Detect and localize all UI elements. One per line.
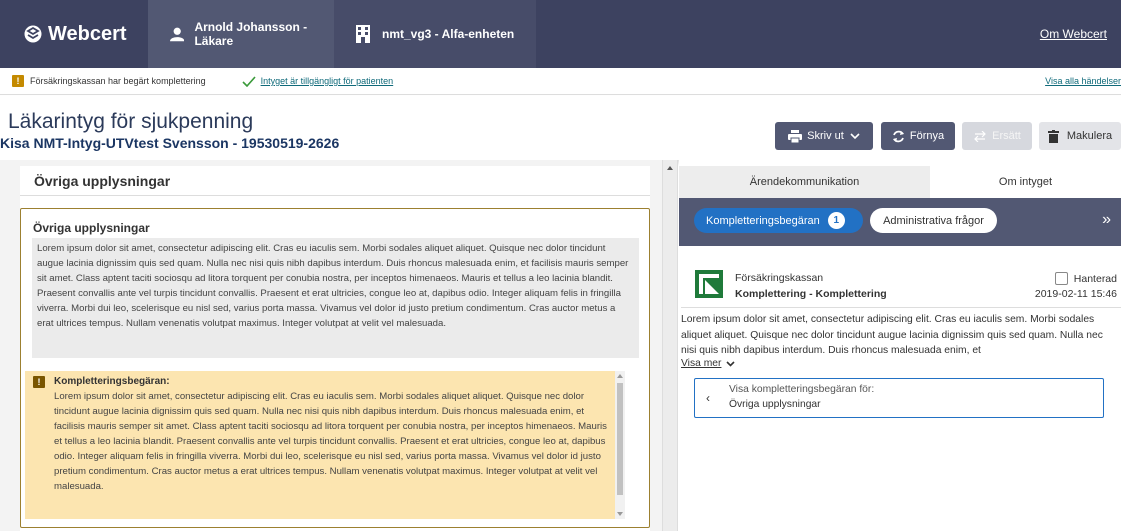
message-date: 2019-02-11 15:46	[1034, 288, 1117, 300]
scroll-thumb[interactable]	[617, 383, 623, 495]
renew-button[interactable]: Förnya	[881, 122, 955, 150]
scroll-up-arrow-icon[interactable]	[617, 374, 623, 378]
handled-label: Hanterad	[1073, 272, 1117, 285]
page-title: Läkarintyg för sjukpenning	[8, 110, 254, 133]
available-for-patient-link[interactable]: Intyget är tillgängligt för patienten	[242, 75, 394, 87]
renew-label: Förnya	[909, 130, 945, 142]
complement-scrollbar[interactable]	[615, 371, 625, 519]
certificate-content-panel: Övriga upplysningar Övriga upplysningar …	[0, 160, 662, 531]
void-label: Makulera	[1066, 130, 1113, 142]
double-chevron-right-icon[interactable]: »	[1102, 212, 1111, 228]
complement-count-badge: 1	[827, 212, 845, 229]
void-button[interactable]: Makulera	[1039, 122, 1121, 150]
webcert-logo[interactable]: Webcert	[0, 0, 148, 68]
complement-ref-question: Övriga upplysningar	[729, 399, 821, 410]
show-more-link[interactable]: Visa mer	[681, 358, 736, 369]
message-body: Lorem ipsum dolor sit amet, consectetur …	[681, 314, 1103, 356]
message-subject: Komplettering - Komplettering	[735, 288, 887, 300]
side-panel-tabs: Ärendekommunikation Om intyget	[679, 166, 1121, 198]
administrative-questions-filter[interactable]: Administrativa frågor	[870, 208, 997, 233]
checkmark-icon	[242, 75, 256, 87]
patient-info: Kisa NMT-Intyg-UTVtest Svensson - 195305…	[0, 135, 340, 151]
top-navigation-bar: Webcert Arnold Johansson - Läkare nmt_vg…	[0, 0, 1121, 68]
handled-checkbox[interactable]: Hanterad	[1054, 272, 1117, 285]
complement-ref-label: Visa kompletteringsbegäran för:	[729, 384, 875, 395]
available-for-patient-text: Intyget är tillgängligt för patienten	[260, 76, 394, 86]
question-filter-bar: Kompletteringsbegäran 1 Administrativa f…	[679, 198, 1121, 246]
checkbox[interactable]	[1054, 272, 1068, 285]
swap-arrows-icon	[974, 130, 986, 142]
panel-splitter-scrollbar[interactable]	[662, 160, 678, 531]
show-more-label: Visa mer	[681, 358, 722, 369]
certificate-status-bar: ! Försäkringskassan har begärt komplette…	[0, 68, 1121, 95]
about-webcert-link[interactable]: Om Webcert	[1040, 27, 1107, 41]
print-button[interactable]: Skriv ut	[775, 122, 873, 150]
complement-request-title: Kompletteringsbegäran:	[54, 376, 170, 387]
answer-text: Lorem ipsum dolor sit amet, consectetur …	[32, 238, 639, 358]
divider	[681, 307, 1121, 308]
warning-icon: !	[12, 75, 24, 87]
scroll-up-arrow-icon[interactable]	[667, 166, 673, 170]
complement-requested-status: ! Försäkringskassan har begärt komplette…	[12, 75, 206, 87]
warning-icon: !	[33, 376, 45, 388]
print-label: Skriv ut	[807, 130, 844, 142]
brand-name: Webcert	[48, 22, 127, 45]
trash-icon	[1047, 129, 1059, 143]
show-all-events-link[interactable]: Visa alla händelser	[1045, 76, 1121, 86]
building-icon	[356, 25, 370, 43]
complement-requests-filter[interactable]: Kompletteringsbegäran 1	[694, 208, 863, 233]
user-name: Arnold Johansson - Läkare	[194, 20, 308, 48]
care-unit-info[interactable]: nmt_vg3 - Alfa-enheten	[334, 0, 536, 68]
section-title: Övriga upplysningar	[20, 166, 650, 196]
refresh-icon	[892, 130, 904, 142]
side-panel: Ärendekommunikation Om intyget Komplette…	[679, 160, 1121, 531]
replace-label: Ersätt	[992, 130, 1021, 142]
tab-communication[interactable]: Ärendekommunikation	[679, 166, 930, 198]
webcert-logo-icon	[24, 25, 42, 43]
complement-request-text: Lorem ipsum dolor sit amet, consectetur …	[54, 391, 607, 492]
tab-about-certificate[interactable]: Om intyget	[930, 166, 1121, 198]
chevron-down-icon	[726, 360, 736, 367]
complement-requests-label: Kompletteringsbegäran	[706, 214, 820, 227]
message-sender: Försäkringskassan	[735, 272, 824, 284]
question-title: Övriga upplysningar	[33, 221, 150, 235]
user-info[interactable]: Arnold Johansson - Läkare	[148, 0, 334, 68]
replace-button[interactable]: Ersätt	[962, 122, 1032, 150]
chevron-left-icon: ‹	[706, 391, 710, 405]
user-icon	[170, 27, 185, 42]
show-complement-for-question-button[interactable]: ‹ Visa kompletteringsbegäran för: Övriga…	[694, 378, 1104, 418]
unit-name: nmt_vg3 - Alfa-enheten	[382, 27, 515, 41]
certificate-header: Läkarintyg för sjukpenning Kisa NMT-Inty…	[0, 96, 1121, 160]
complement-request-box: ! Kompletteringsbegäran: Lorem ipsum dol…	[25, 371, 625, 519]
scroll-down-arrow-icon[interactable]	[617, 512, 623, 516]
forsakringskassan-logo-icon	[695, 270, 723, 298]
chevron-down-icon	[850, 132, 860, 139]
complement-requested-text: Försäkringskassan har begärt kompletteri…	[30, 76, 206, 86]
printer-icon	[788, 129, 803, 143]
